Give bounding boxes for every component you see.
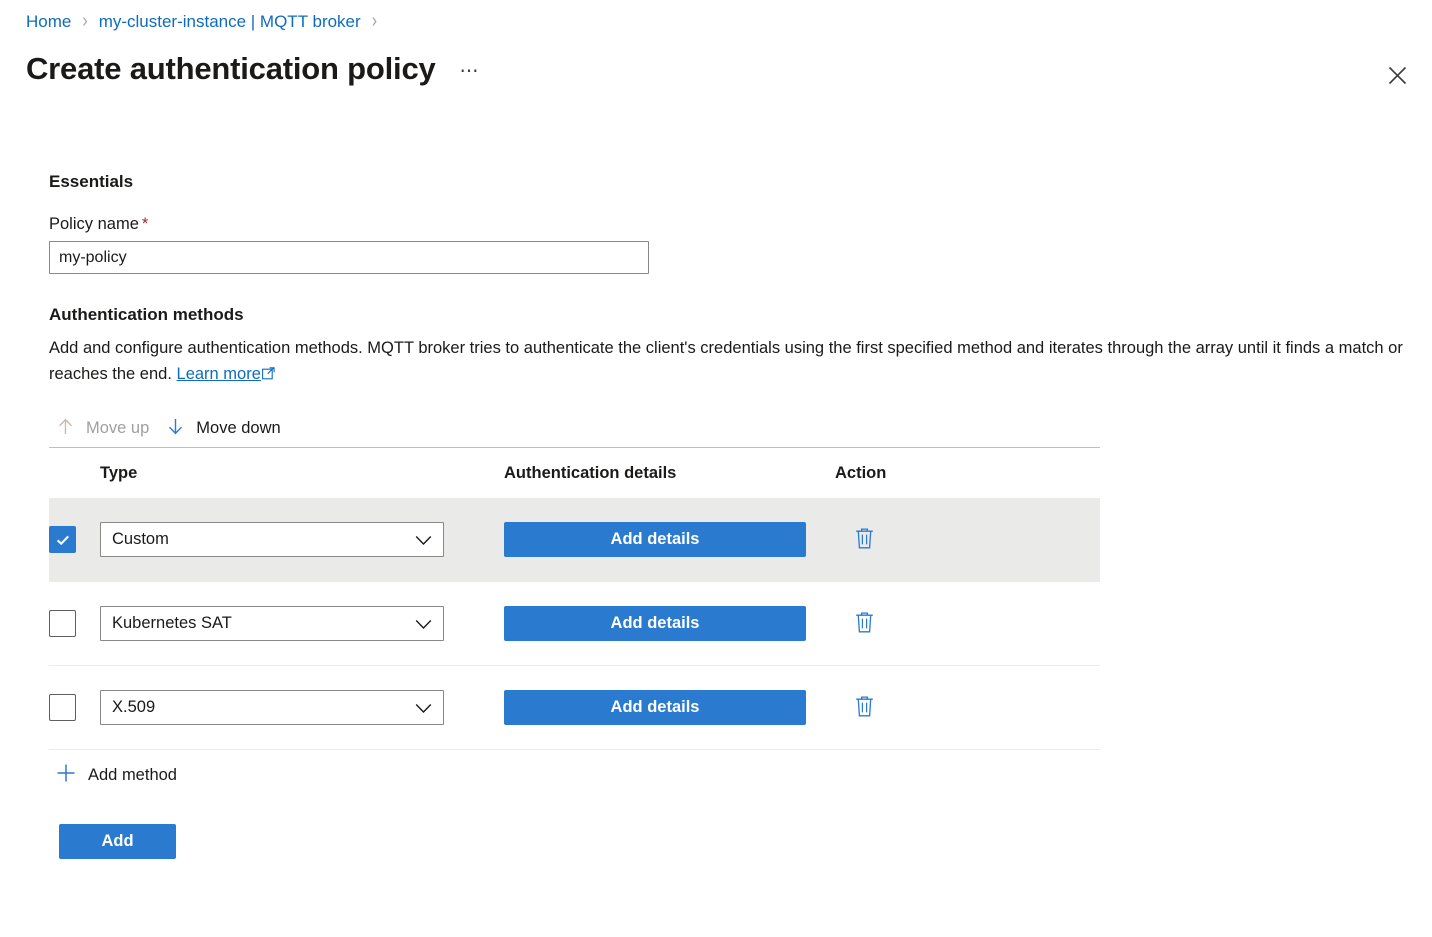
row-select-cell: [49, 610, 100, 637]
method-type-select-wrap: Kubernetes SAT: [100, 606, 444, 641]
external-link-icon: [262, 362, 275, 388]
row-type-cell: Custom: [100, 522, 504, 557]
method-type-select-wrap: Custom: [100, 522, 444, 557]
essentials-heading: Essentials: [49, 170, 1432, 194]
row-type-cell: X.509: [100, 690, 504, 725]
trash-icon: [853, 610, 876, 638]
table-header-row: Type Authentication details Action: [49, 448, 1100, 498]
move-up-label: Move up: [86, 419, 149, 438]
add-details-button[interactable]: Add details: [504, 522, 806, 557]
table-row[interactable]: X.509 Add details: [49, 666, 1100, 750]
policy-name-label: Policy name*: [49, 213, 1432, 235]
breadcrumb-item-home[interactable]: Home: [26, 11, 71, 33]
row-select-cell: [49, 694, 100, 721]
learn-more-label: Learn more: [177, 365, 261, 383]
authentication-methods-table: Type Authentication details Action Custo…: [49, 448, 1100, 750]
add-method-button[interactable]: Add method: [49, 750, 234, 800]
row-details-cell: Add details: [504, 522, 835, 557]
form-content: Essentials Policy name* Authentication m…: [0, 170, 1432, 859]
table-header-action: Action: [835, 464, 1100, 483]
table-header-details: Authentication details: [504, 464, 835, 483]
breadcrumb: Home › my-cluster-instance | MQTT broker…: [26, 11, 388, 33]
delete-row-button[interactable]: [844, 604, 884, 644]
row-details-cell: Add details: [504, 690, 835, 725]
required-marker: *: [142, 215, 148, 233]
breadcrumb-item-cluster-instance[interactable]: my-cluster-instance | MQTT broker: [99, 11, 361, 33]
add-button[interactable]: Add: [59, 824, 176, 859]
row-action-cell: [835, 604, 1100, 644]
move-down-button[interactable]: Move down: [159, 413, 290, 445]
methods-command-bar: Move up Move down: [49, 410, 1100, 448]
row-select-cell: [49, 526, 100, 553]
table-header-type: Type: [100, 464, 504, 483]
trash-icon: [853, 526, 876, 554]
policy-name-label-text: Policy name: [49, 215, 139, 233]
breadcrumb-separator-icon: ›: [372, 8, 377, 36]
add-details-button[interactable]: Add details: [504, 690, 806, 725]
table-row[interactable]: Kubernetes SAT Add details: [49, 582, 1100, 666]
learn-more-link[interactable]: Learn more: [177, 365, 275, 383]
row-type-cell: Kubernetes SAT: [100, 606, 504, 641]
policy-name-input[interactable]: [49, 241, 649, 274]
page-header: Create authentication policy ⋯: [26, 48, 483, 90]
add-details-button[interactable]: Add details: [504, 606, 806, 641]
table-row[interactable]: Custom Add details: [49, 498, 1100, 582]
breadcrumb-separator-icon: ›: [82, 8, 87, 36]
form-footer: Add: [59, 824, 1432, 859]
move-up-button[interactable]: Move up: [49, 413, 159, 445]
arrow-down-icon: [165, 416, 186, 442]
method-type-select[interactable]: Kubernetes SAT: [100, 606, 444, 641]
row-action-cell: [835, 688, 1100, 728]
move-down-label: Move down: [196, 419, 280, 438]
more-options-icon[interactable]: ⋯: [458, 61, 483, 83]
authentication-methods-heading: Authentication methods: [49, 303, 1432, 327]
page-title: Create authentication policy: [26, 48, 436, 90]
method-type-select-wrap: X.509: [100, 690, 444, 725]
delete-row-button[interactable]: [844, 688, 884, 728]
row-details-cell: Add details: [504, 606, 835, 641]
row-checkbox[interactable]: [49, 526, 76, 553]
row-checkbox[interactable]: [49, 610, 76, 637]
add-method-label: Add method: [88, 766, 177, 785]
plus-icon: [55, 762, 77, 789]
trash-icon: [853, 694, 876, 722]
close-icon[interactable]: [1380, 58, 1414, 92]
row-checkbox[interactable]: [49, 694, 76, 721]
arrow-up-icon: [55, 416, 76, 442]
row-action-cell: [835, 520, 1100, 560]
authentication-methods-description: Add and configure authentication methods…: [49, 335, 1409, 388]
method-type-select[interactable]: Custom: [100, 522, 444, 557]
delete-row-button[interactable]: [844, 520, 884, 560]
method-type-select[interactable]: X.509: [100, 690, 444, 725]
